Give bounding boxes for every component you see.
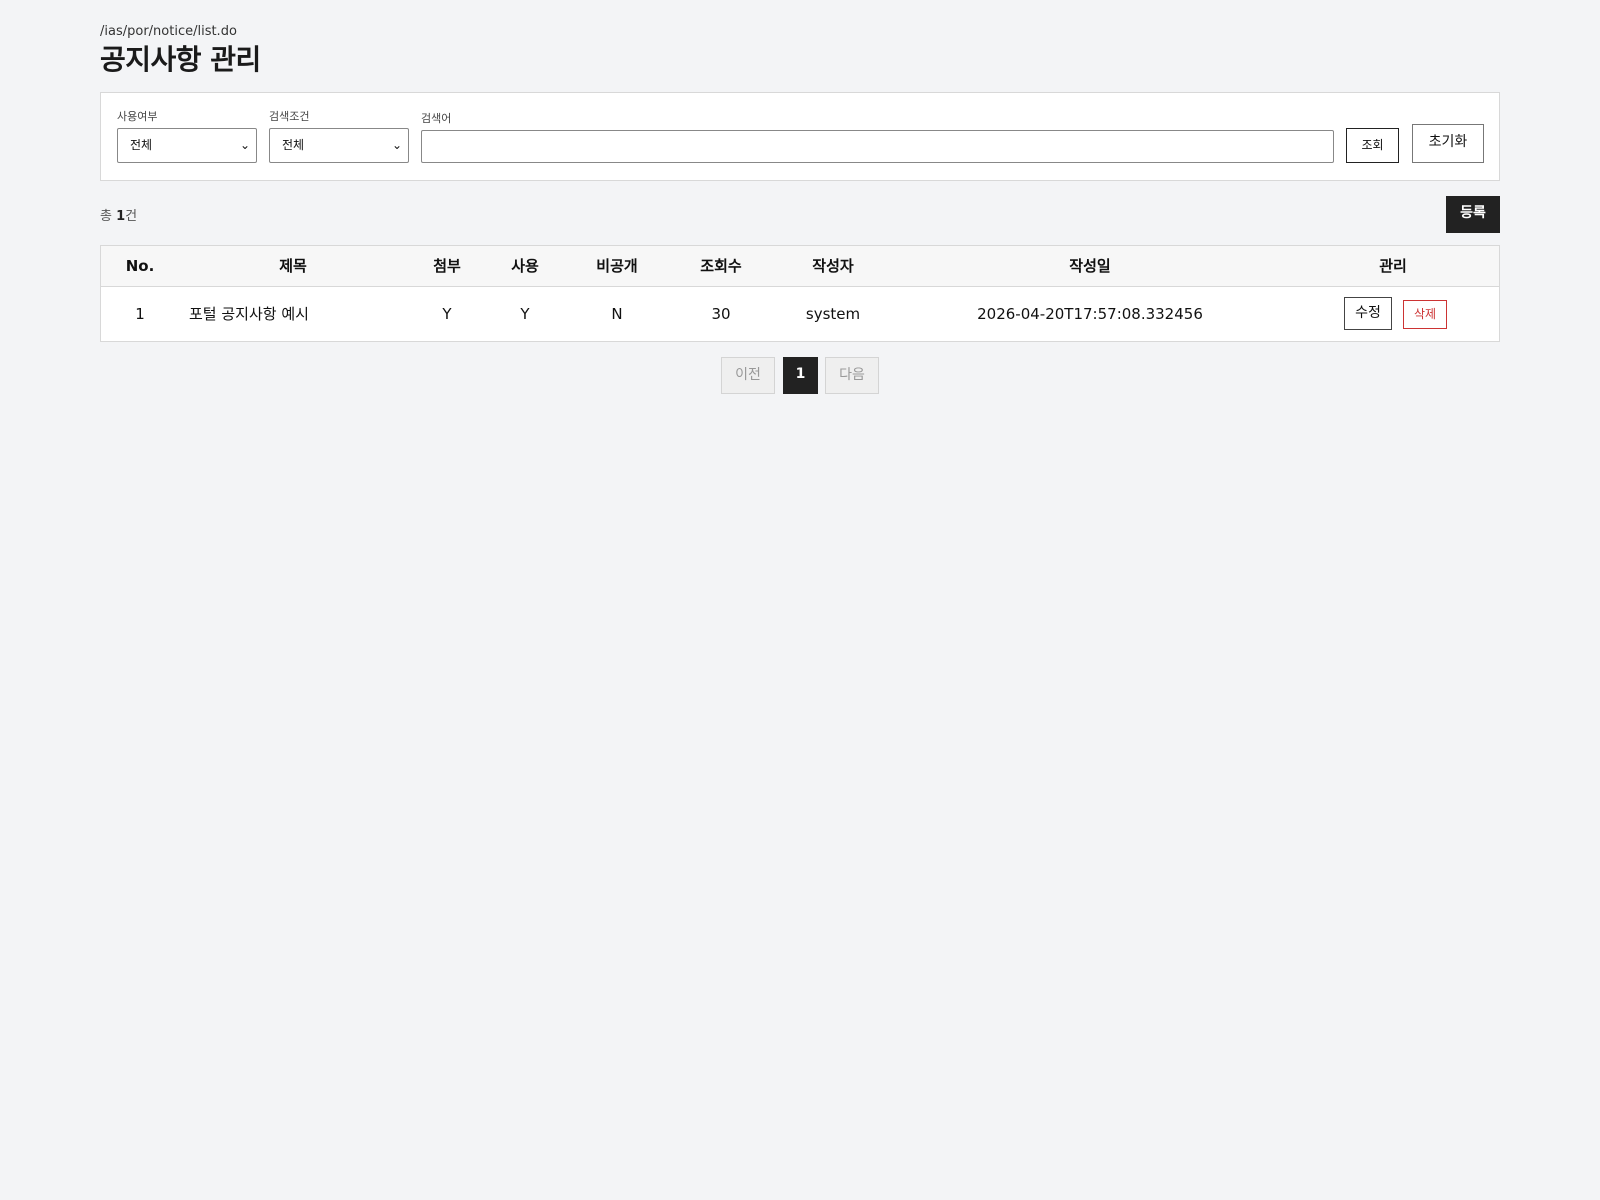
cell-date: 2026-04-20T17:57:08.332456 bbox=[977, 305, 1203, 323]
next-page-button[interactable]: 다음 bbox=[825, 357, 879, 394]
delete-button[interactable]: 삭제 bbox=[1403, 300, 1447, 329]
header-views: 조회수 bbox=[700, 257, 742, 275]
table-header-row: No. 제목 첨부 사용 비공개 조회수 작성자 작성일 관리 bbox=[101, 246, 1499, 287]
total-count-suffix: 건 bbox=[125, 209, 138, 224]
header-no: No. bbox=[125, 257, 155, 275]
chevron-down-icon: ⌄ bbox=[391, 138, 402, 152]
search-panel: 사용여부 전체 ⌄ 검색조건 전체 ⌄ 검색어 조회 초기화 bbox=[100, 92, 1500, 181]
use-filter-label: 사용여부 bbox=[117, 110, 158, 123]
keyword-label: 검색어 bbox=[421, 112, 452, 125]
register-button[interactable]: 등록 bbox=[1446, 196, 1500, 233]
condition-filter-label: 검색조건 bbox=[269, 110, 310, 123]
breadcrumb: /ias/por/notice/list.do bbox=[100, 24, 237, 39]
header-title: 제목 bbox=[279, 257, 307, 275]
chevron-down-icon: ⌄ bbox=[239, 138, 250, 152]
cell-title-link[interactable]: 포털 공지사항 예시 bbox=[179, 287, 407, 341]
notice-table: No. 제목 첨부 사용 비공개 조회수 작성자 작성일 관리 1 포털 공지사… bbox=[100, 245, 1500, 342]
prev-page-button[interactable]: 이전 bbox=[721, 357, 775, 394]
cell-attach: Y bbox=[442, 305, 452, 323]
cell-author: system bbox=[805, 305, 861, 323]
cell-private: N bbox=[611, 305, 623, 323]
total-count: 총 1건 bbox=[100, 205, 137, 224]
header-attach: 첨부 bbox=[433, 257, 461, 275]
condition-filter-select[interactable]: 전체 ⌄ bbox=[269, 128, 409, 163]
page-1-button[interactable]: 1 bbox=[783, 357, 818, 394]
cell-views: 30 bbox=[711, 305, 731, 323]
cell-use: Y bbox=[520, 305, 530, 323]
cell-no: 1 bbox=[135, 305, 145, 323]
reset-button[interactable]: 초기화 bbox=[1412, 124, 1484, 163]
pagination: 이전 1 다음 bbox=[100, 357, 1500, 394]
header-author: 작성자 bbox=[812, 257, 854, 275]
keyword-input[interactable] bbox=[421, 130, 1334, 163]
header-manage: 관리 bbox=[1379, 257, 1407, 275]
use-filter-select[interactable]: 전체 ⌄ bbox=[117, 128, 257, 163]
search-button[interactable]: 조회 bbox=[1346, 128, 1399, 163]
total-count-prefix: 총 bbox=[100, 209, 117, 224]
header-private: 비공개 bbox=[596, 257, 638, 275]
condition-filter-value: 전체 bbox=[282, 138, 305, 152]
header-date: 작성일 bbox=[1069, 257, 1111, 275]
header-use: 사용 bbox=[511, 257, 539, 275]
edit-button[interactable]: 수정 bbox=[1344, 297, 1392, 330]
use-filter-value: 전체 bbox=[130, 138, 153, 152]
total-count-number: 1 bbox=[116, 209, 126, 224]
page-title: 공지사항 관리 bbox=[100, 43, 261, 76]
table-row: 1 포털 공지사항 예시 Y Y N 30 system 2026-04-20T… bbox=[101, 287, 1499, 341]
